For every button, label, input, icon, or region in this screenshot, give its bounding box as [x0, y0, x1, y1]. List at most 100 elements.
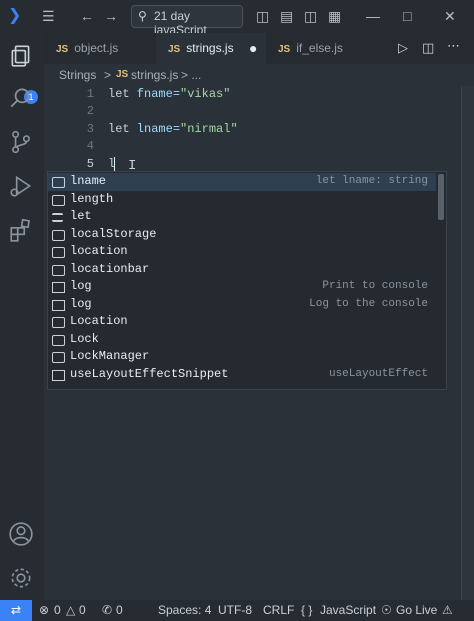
explorer-icon[interactable] [8, 43, 36, 71]
editor-tab-bar: JS object.js JS strings.js ● JS if_else.js … [44, 33, 474, 64]
suggestion-item[interactable]: LockManager [48, 348, 436, 366]
suggestion-detail: Print to console [322, 280, 428, 292]
suggestion-label: Lock [70, 331, 99, 346]
ports-count[interactable]: 0 [116, 600, 123, 621]
snippet-icon [52, 299, 65, 311]
suggestion-label: localStorage [70, 226, 157, 241]
encoding[interactable]: UTF-8 [218, 600, 252, 621]
more-actions-icon[interactable]: ⋯ [447, 38, 460, 54]
language-mode[interactable]: JavaScript [320, 600, 376, 621]
search-icon[interactable] [8, 85, 36, 113]
suggestion-item[interactable]: locationbar [48, 261, 436, 279]
suggestion-item[interactable]: length [48, 191, 436, 209]
suggestion-item[interactable]: useLayoutEffectSnippet useLayoutEffect [48, 366, 436, 384]
errors-count[interactable]: 0 [54, 600, 61, 621]
ports-icon[interactable]: ✆ [102, 600, 112, 621]
suggestion-item[interactable]: Lock [48, 331, 436, 349]
breadcrumb-file[interactable]: strings.js [131, 64, 178, 86]
suggest-scrollbar[interactable] [438, 174, 444, 220]
code-line[interactable]: let fname="vikas" [108, 87, 230, 101]
breadcrumb-more[interactable]: > ... [181, 64, 201, 86]
keyword: let [108, 122, 130, 136]
variable-icon [52, 352, 65, 363]
keyword-icon [52, 213, 63, 222]
identifier: lname= [129, 122, 181, 136]
tab-if-else-js[interactable]: JS if_else.js [266, 33, 386, 64]
maximize-icon[interactable]: □ [403, 8, 411, 24]
extensions-icon[interactable] [8, 217, 36, 245]
suggestion-label: log [70, 279, 92, 293]
string-literal: "nirmal" [180, 122, 238, 136]
vscode-logo-icon: ❯ [8, 7, 22, 24]
suggestion-detail: Log to the console [309, 297, 428, 310]
js-file-icon: JS [168, 44, 181, 55]
errors-icon[interactable]: ⊗ [39, 600, 49, 621]
suggestion-label: lname [70, 174, 107, 188]
suggestion-label: log [70, 296, 92, 311]
suggestion-label: useLayoutEffectSnippet [70, 366, 229, 381]
line-number: 4 [86, 139, 94, 153]
braces-icon: { } [301, 603, 313, 617]
run-file-icon[interactable]: ▷ [398, 40, 408, 56]
indentation-spaces[interactable]: Spaces: 4 [158, 600, 211, 621]
js-file-icon: JS [56, 44, 69, 55]
toggle-panel-icon[interactable]: ▤ [280, 8, 293, 24]
source-control-icon[interactable] [8, 129, 36, 157]
minimize-icon[interactable]: — [366, 8, 380, 24]
keyword: let [108, 87, 130, 101]
line-number: 2 [86, 104, 94, 118]
suggestion-detail: let lname: string [315, 175, 428, 187]
close-icon[interactable]: ✕ [444, 8, 456, 24]
suggestion-label: let [70, 209, 92, 223]
accounts-icon[interactable] [8, 521, 36, 549]
string-literal: "vikas" [180, 87, 231, 101]
tab-strings-js[interactable]: JS strings.js ● [156, 33, 266, 64]
suggestion-item[interactable]: Location [48, 313, 436, 331]
unsaved-dot-icon[interactable]: ● [249, 33, 257, 64]
suggestion-item[interactable]: log Log to the console [48, 296, 436, 314]
tab-object-js[interactable]: JS object.js [44, 33, 154, 64]
suggestion-item[interactable]: log Print to console [48, 278, 436, 296]
forward-arrow-icon[interactable]: → [104, 8, 118, 24]
back-arrow-icon[interactable]: ← [80, 8, 94, 24]
variable-icon [52, 177, 65, 188]
notifications-bell-icon[interactable]: ⚠ [442, 600, 453, 621]
status-bar: ⇄ ⊗ 0 △ 0 ✆ 0 Spaces: 4 UTF-8 CRLF { } J… [0, 600, 474, 621]
variable-icon [52, 317, 65, 328]
suggestion-detail: useLayoutEffect [328, 367, 428, 380]
suggestion-item[interactable]: let [48, 208, 436, 226]
settings-gear-icon[interactable] [8, 565, 36, 593]
suggestion-label: location [70, 244, 128, 258]
suggestion-item[interactable]: location [48, 243, 436, 261]
variable-icon [52, 229, 65, 241]
tab-label: if_else.js [296, 41, 343, 55]
toggle-sidebar-icon[interactable]: ◫ [256, 8, 269, 24]
tab-label: object.js [74, 41, 119, 55]
toggle-secondary-sidebar-icon[interactable]: ◫ [304, 8, 317, 24]
customize-layout-icon[interactable]: ▦ [328, 8, 341, 24]
go-live-button[interactable]: Go Live [396, 600, 437, 621]
suggestion-label: Location [70, 314, 128, 328]
snippet-icon [52, 369, 65, 381]
split-editor-icon[interactable]: ◫ [422, 40, 434, 56]
warnings-count[interactable]: 0 [79, 600, 86, 621]
tab-label: strings.js [186, 41, 234, 55]
warnings-icon[interactable]: △ [66, 600, 75, 621]
run-debug-icon[interactable] [8, 173, 36, 201]
code-line[interactable]: let lname="nirmal" [108, 122, 238, 136]
editor-scrollbar[interactable] [461, 86, 474, 600]
broadcast-icon: ☉ [381, 603, 392, 617]
variable-icon [52, 264, 65, 276]
remote-icon[interactable]: ⇄ [0, 600, 32, 621]
breadcrumb-folder[interactable]: Strings [59, 64, 96, 86]
suggestion-label: length [70, 191, 114, 206]
end-of-line[interactable]: CRLF [263, 600, 294, 621]
menu-icon[interactable]: ☰ [42, 8, 55, 24]
command-center-search[interactable]: ⚲ 21 day javaScript [131, 5, 243, 37]
line-number: 3 [86, 122, 94, 136]
variable-icon [52, 334, 65, 346]
suggestion-item[interactable]: lname let lname: string [48, 173, 436, 191]
variable-icon [52, 247, 65, 258]
suggestion-item[interactable]: localStorage [48, 226, 436, 244]
title-bar: ❯ ☰ ← → ⚲ 21 day javaScript ◫ ▤ ◫ ▦ — □ … [0, 0, 474, 37]
